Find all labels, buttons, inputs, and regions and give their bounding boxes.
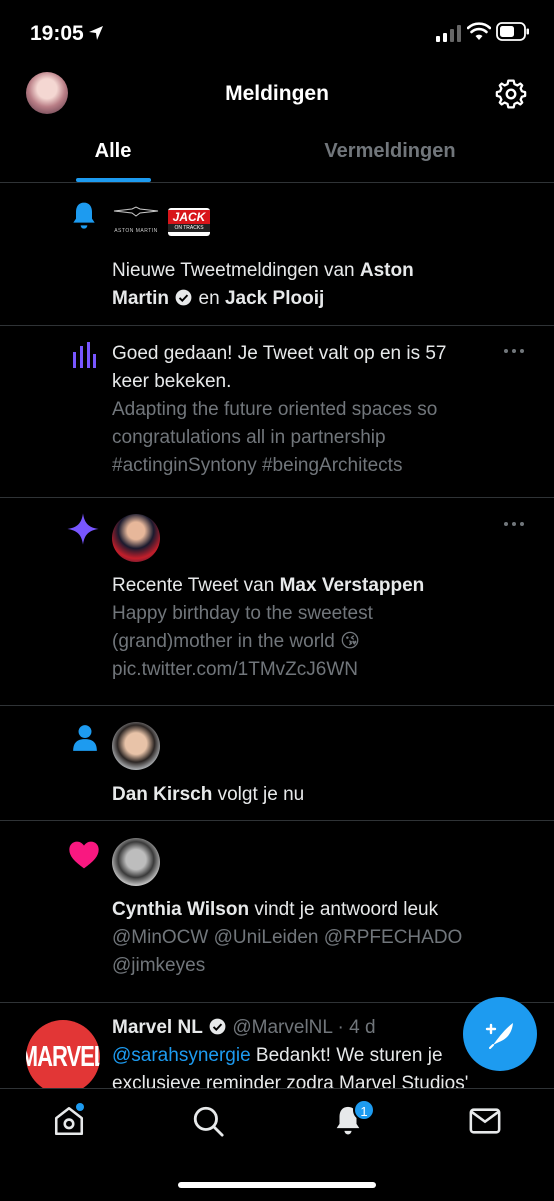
tweet-snippet: #actinginSyntony #beingArchitects — [112, 455, 403, 476]
account-name[interactable]: Dan Kirsch — [112, 784, 212, 805]
notification-text: Recente Tweet van Max Verstappen Happy b… — [112, 572, 504, 684]
compose-feather-icon — [485, 1023, 513, 1049]
sparkle-icon — [67, 513, 99, 545]
messages-envelope-icon[interactable] — [468, 1104, 502, 1138]
bar-chart-icon — [73, 342, 96, 368]
wifi-icon — [467, 22, 491, 40]
notification-joiner: en — [193, 288, 225, 309]
jack-logo-text: JACK — [168, 210, 210, 224]
account-name[interactable]: Marvel NL — [112, 1017, 203, 1038]
more-options-icon[interactable] — [504, 349, 528, 359]
notification-prefix: Recente Tweet van — [112, 575, 280, 596]
notification-text: Goed gedaan! Je Tweet valt op en is 57 k… — [112, 340, 504, 480]
account-name[interactable]: Cynthia Wilson — [112, 899, 249, 920]
jack-logo-subtext: ON TRACKS — [168, 224, 210, 232]
heart-icon — [69, 841, 99, 869]
person-icon — [73, 725, 97, 751]
notification-line: Goed gedaan! Je Tweet valt op en is 57 — [112, 343, 447, 364]
tweet-snippet: @MinOCW @UniLeiden @RPFECHADO — [112, 927, 463, 948]
account-handle: @MarvelNL · 4 d — [232, 1017, 376, 1038]
tweet-snippet: (grand)mother in the world 😘 — [112, 631, 360, 652]
notification-suffix: volgt je nu — [212, 784, 305, 805]
status-time: 19:05 — [30, 22, 104, 46]
cynthia-wilson-avatar[interactable] — [112, 838, 160, 886]
tab-all[interactable]: Alle — [0, 140, 226, 163]
marvel-logo-text: MARVEL — [26, 1040, 100, 1073]
verified-badge-icon — [175, 289, 192, 306]
notification-line: keer bekeken. — [112, 371, 232, 392]
account-name[interactable]: Jack Plooij — [225, 288, 324, 309]
battery-icon — [496, 22, 529, 41]
notification-prefix: Nieuwe Tweetmeldingen van — [112, 260, 360, 281]
home-indicator[interactable] — [178, 1182, 376, 1188]
jack-plooij-avatar[interactable]: JACK ON TRACKS — [168, 208, 210, 236]
bell-icon — [73, 202, 95, 229]
status-bar: 19:05 — [0, 0, 554, 66]
new-content-dot — [76, 1103, 84, 1111]
account-name[interactable]: Martin — [112, 288, 169, 309]
aston-martin-avatar[interactable]: ASTON MARTIN — [112, 206, 160, 234]
tweet-snippet: Happy birthday to the sweetest — [112, 603, 373, 624]
notification-suffix: vindt je antwoord leuk — [249, 899, 439, 920]
dan-kirsch-avatar[interactable] — [112, 722, 160, 770]
marvel-avatar[interactable]: MARVEL — [26, 1020, 100, 1094]
status-time-text: 19:05 — [30, 22, 84, 45]
aston-logo-text: ASTON MARTIN — [114, 228, 158, 234]
compose-tweet-button[interactable] — [463, 997, 537, 1071]
max-verstappen-avatar[interactable] — [112, 514, 160, 562]
tweet-snippet: congratulations all in partnership — [112, 427, 386, 448]
search-icon[interactable] — [191, 1104, 225, 1138]
notification-count-badge: 1 — [353, 1099, 375, 1121]
tweet-snippet: Adapting the future oriented spaces so — [112, 399, 438, 420]
page-title: Meldingen — [225, 82, 329, 105]
gear-icon[interactable] — [495, 78, 527, 110]
verified-badge-icon — [209, 1018, 226, 1035]
aston-martin-wings-icon — [113, 206, 159, 217]
more-options-icon[interactable] — [504, 522, 528, 532]
tweet-link[interactable]: pic.twitter.com/1TMvZcJ6WN — [112, 656, 504, 684]
mention-link[interactable]: @sarahsynergie — [112, 1045, 251, 1066]
tab-mentions[interactable]: Vermeldingen — [277, 140, 503, 163]
tweet-text[interactable]: Marvel NL @MarvelNL · 4 d @sarahsynergie… — [112, 1014, 504, 1098]
account-name[interactable]: Max Verstappen — [280, 575, 425, 596]
notification-text: Cynthia Wilson vindt je antwoord leuk @M… — [112, 896, 504, 980]
account-name[interactable]: Aston — [360, 260, 414, 281]
tweet-snippet: @jimkeyes — [112, 955, 206, 976]
notification-text: Dan Kirsch volgt je nu — [112, 781, 504, 809]
location-arrow-icon — [88, 26, 103, 40]
notification-text: Nieuwe Tweetmeldingen van Aston Martin e… — [112, 257, 504, 313]
tweet-body: Bedankt! We sturen je — [250, 1045, 443, 1066]
cellular-signal-icon — [436, 25, 461, 42]
